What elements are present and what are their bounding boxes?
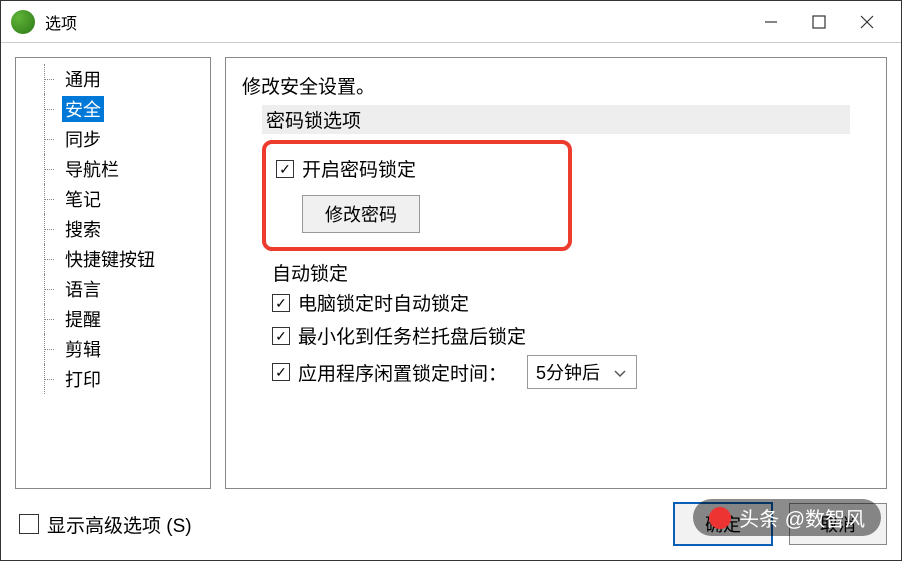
sidebar-item-label: 语言 — [62, 276, 104, 302]
checkbox-label: 开启密码锁定 — [302, 155, 416, 182]
checkbox-label: 显示高级选项 (S) — [47, 511, 192, 538]
lock-on-minimize-checkbox[interactable]: 最小化到任务栏托盘后锁定 — [242, 319, 870, 352]
sidebar-item-label: 提醒 — [62, 306, 104, 332]
content-area: 通用安全同步导航栏笔记搜索快捷键按钮语言提醒剪辑打印 修改安全设置。 密码锁选项… — [1, 43, 901, 503]
sidebar-item-7[interactable]: 语言 — [16, 274, 210, 304]
sidebar-item-label: 快捷键按钮 — [62, 246, 158, 272]
password-section-title: 密码锁选项 — [262, 105, 850, 134]
sidebar-item-label: 打印 — [62, 366, 104, 392]
chevron-down-icon — [614, 362, 626, 383]
auto-lock-title: 自动锁定 — [272, 259, 870, 286]
panel-heading: 修改安全设置。 — [242, 72, 870, 99]
dropdown-value: 5分钟后 — [536, 359, 600, 385]
show-advanced-checkbox[interactable]: 显示高级选项 (S) — [15, 508, 657, 541]
checkbox-icon — [272, 294, 290, 312]
checkbox-label: 应用程序闲置锁定时间： — [298, 359, 507, 386]
sidebar-item-2[interactable]: 同步 — [16, 124, 210, 154]
checkbox-icon — [276, 160, 294, 178]
app-icon — [11, 10, 35, 34]
checkbox-icon — [272, 363, 290, 381]
window-title: 选项 — [45, 10, 747, 34]
sidebar: 通用安全同步导航栏笔记搜索快捷键按钮语言提醒剪辑打印 — [15, 57, 211, 489]
sidebar-item-label: 同步 — [62, 126, 104, 152]
idle-lock-checkbox[interactable]: 应用程序闲置锁定时间： 5分钟后 — [242, 352, 870, 392]
minimize-button[interactable] — [747, 6, 795, 38]
lock-on-screen-checkbox[interactable]: 电脑锁定时自动锁定 — [242, 286, 870, 319]
sidebar-item-1[interactable]: 安全 — [16, 94, 210, 124]
sidebar-item-label: 导航栏 — [62, 156, 122, 182]
sidebar-item-0[interactable]: 通用 — [16, 64, 210, 94]
sidebar-item-9[interactable]: 剪辑 — [16, 334, 210, 364]
sidebar-item-label: 安全 — [62, 96, 104, 122]
checkbox-icon — [19, 514, 39, 534]
sidebar-item-label: 通用 — [62, 66, 104, 92]
sidebar-item-8[interactable]: 提醒 — [16, 304, 210, 334]
idle-time-dropdown[interactable]: 5分钟后 — [527, 355, 637, 389]
sidebar-item-label: 笔记 — [62, 186, 104, 212]
main-panel: 修改安全设置。 密码锁选项 开启密码锁定 修改密码 自动锁定 电脑锁定时自动锁定… — [225, 57, 887, 489]
sidebar-item-3[interactable]: 导航栏 — [16, 154, 210, 184]
sidebar-item-label: 剪辑 — [62, 336, 104, 362]
enable-password-lock-checkbox[interactable]: 开启密码锁定 — [276, 152, 558, 185]
checkbox-icon — [272, 327, 290, 345]
sidebar-item-4[interactable]: 笔记 — [16, 184, 210, 214]
title-bar: 选项 — [1, 1, 901, 43]
ok-button[interactable]: 确定 — [673, 502, 773, 546]
modify-password-button[interactable]: 修改密码 — [302, 195, 420, 233]
close-button[interactable] — [843, 6, 891, 38]
checkbox-label: 电脑锁定时自动锁定 — [298, 289, 469, 316]
cancel-button[interactable]: 取消 — [789, 503, 887, 545]
sidebar-item-6[interactable]: 快捷键按钮 — [16, 244, 210, 274]
sidebar-item-5[interactable]: 搜索 — [16, 214, 210, 244]
sidebar-item-label: 搜索 — [62, 216, 104, 242]
sidebar-item-10[interactable]: 打印 — [16, 364, 210, 394]
footer: 显示高级选项 (S) 确定 取消 — [15, 502, 887, 546]
maximize-button[interactable] — [795, 6, 843, 38]
checkbox-label: 最小化到任务栏托盘后锁定 — [298, 322, 526, 349]
highlight-box: 开启密码锁定 修改密码 — [262, 140, 572, 251]
